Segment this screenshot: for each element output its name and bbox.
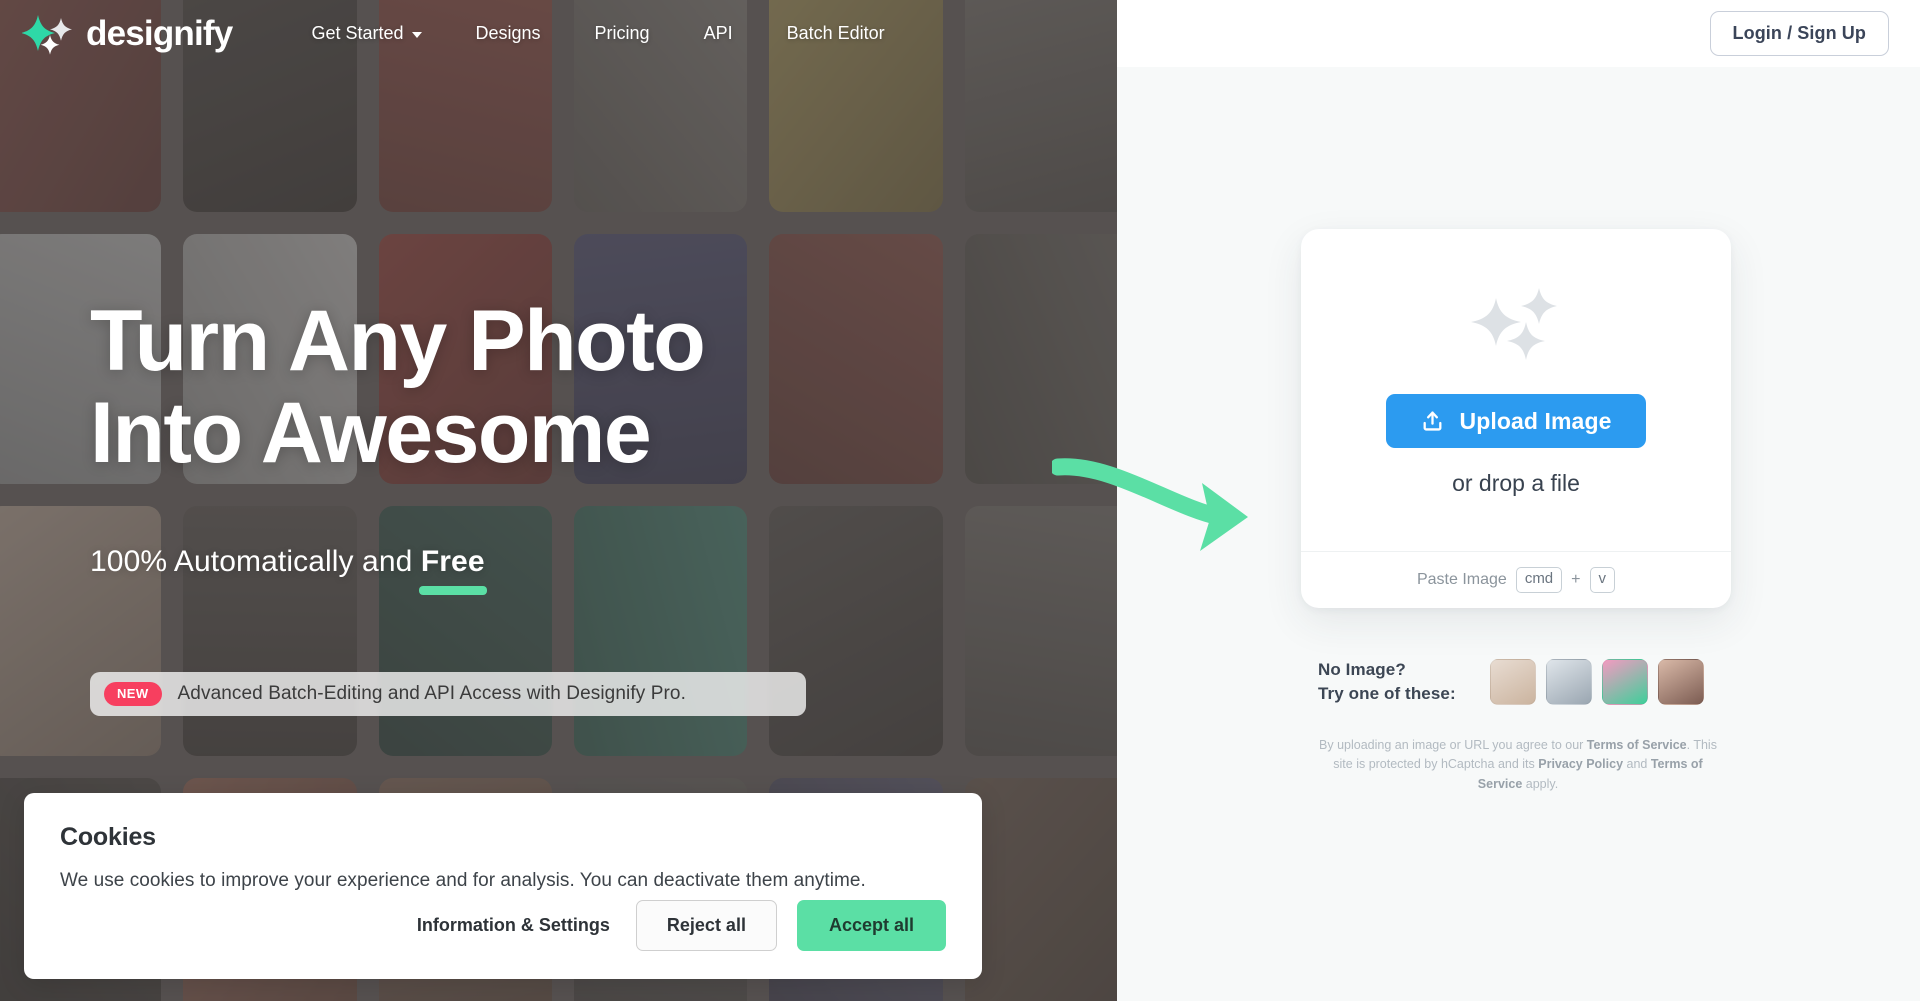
nav-item-label: Get Started <box>311 23 404 43</box>
sample-thumbnail-2[interactable] <box>1546 659 1592 706</box>
headline-line-1: Turn Any Photo <box>90 293 706 389</box>
key-plus: + <box>1571 571 1581 588</box>
cookie-consent-dialog: Cookies We use cookies to improve your e… <box>24 793 982 979</box>
nav-item-label: Batch Editor <box>786 23 885 43</box>
three-sparkles-icon <box>1471 288 1557 360</box>
chevron-down-icon <box>411 31 422 38</box>
nav-item-get-started[interactable]: Get Started <box>284 17 448 50</box>
upload-image-button-label: Upload Image <box>1459 407 1612 434</box>
legal-part-1: By uploading an image or URL you agree t… <box>1319 738 1587 752</box>
nav-item-api[interactable]: API <box>677 17 760 50</box>
sample-label-line-1: No Image? <box>1318 660 1406 679</box>
nav-item-label: Designs <box>475 23 541 43</box>
drop-file-hint: or drop a file <box>1452 470 1580 496</box>
headline-line-2: Into Awesome <box>90 385 652 482</box>
legal-part-3: and <box>1623 757 1651 772</box>
sample-images-label: No Image? Try one of these: <box>1318 658 1490 706</box>
paste-image-hint: Paste Image cmd + v <box>1301 551 1731 608</box>
upload-arrow-icon <box>1424 411 1442 431</box>
cookie-dialog-body: We use cookies to improve your experienc… <box>60 870 866 891</box>
key-v: v <box>1589 567 1615 593</box>
nav-right-group: Login / Sign Up <box>1117 0 1920 67</box>
sample-images-section: No Image? Try one of these: <box>1318 658 1738 706</box>
login-signup-button[interactable]: Login / Sign Up <box>1709 11 1889 56</box>
privacy-policy-link[interactable]: Privacy Policy <box>1538 757 1623 771</box>
sparkle-diamond-icon <box>22 14 72 55</box>
legal-part-4: apply. <box>1522 776 1559 791</box>
cookie-dialog-title: Cookies <box>60 823 156 851</box>
sample-thumbnail-4[interactable] <box>1658 659 1704 706</box>
status-badge: NEW <box>104 682 162 706</box>
subtitle-prefix: 100% Automatically and <box>90 545 421 578</box>
brand-name: designify <box>86 13 233 53</box>
top-navigation-bar: designify Get Started Designs Pricing API Ba… <box>0 0 1920 67</box>
brand-logo[interactable]: designify <box>22 13 233 55</box>
cookie-dialog-actions: Information & Settings Reject all Accept… <box>411 900 946 951</box>
nav-item-label: Pricing <box>594 23 650 43</box>
free-underline-accent <box>419 586 487 595</box>
sample-thumbnail-list <box>1490 659 1704 706</box>
hero-subtitle: 100% Automatically and Free <box>90 545 485 579</box>
upload-image-button[interactable]: Upload Image <box>1386 394 1646 448</box>
upload-dropzone-card[interactable]: Upload Image or drop a file Paste Image … <box>1301 229 1731 608</box>
nav-item-batch-editor[interactable]: Batch Editor <box>760 17 912 50</box>
sample-label-line-2: Try one of these: <box>1318 684 1456 704</box>
nav-left-group: designify Get Started Designs Pricing API Ba… <box>0 0 1117 67</box>
promo-banner-text: Advanced Batch-Editing and API Access wi… <box>177 683 686 704</box>
information-settings-button[interactable]: Information & Settings <box>411 905 616 946</box>
main-nav: Get Started Designs Pricing API Batch Editor <box>284 17 911 50</box>
sample-thumbnail-1[interactable] <box>1490 659 1536 706</box>
nav-item-label: API <box>703 23 733 43</box>
accept-all-button[interactable]: Accept all <box>796 900 946 951</box>
sample-thumbnail-3[interactable] <box>1602 659 1648 706</box>
reject-all-button[interactable]: Reject all <box>635 900 777 951</box>
terms-of-service-link-1[interactable]: Terms of Service <box>1587 738 1687 752</box>
legal-disclaimer: By uploading an image or URL you agree t… <box>1318 736 1718 794</box>
paste-label: Paste Image <box>1416 571 1507 588</box>
promo-banner[interactable]: NEW Advanced Batch-Editing and API Acces… <box>90 672 806 716</box>
nav-item-designs[interactable]: Designs <box>449 17 568 50</box>
nav-item-pricing[interactable]: Pricing <box>568 17 677 50</box>
key-cmd: cmd <box>1515 567 1563 593</box>
page-title: Turn Any Photo Into Awesome <box>90 293 706 482</box>
subtitle-emphasis: Free <box>420 545 485 578</box>
